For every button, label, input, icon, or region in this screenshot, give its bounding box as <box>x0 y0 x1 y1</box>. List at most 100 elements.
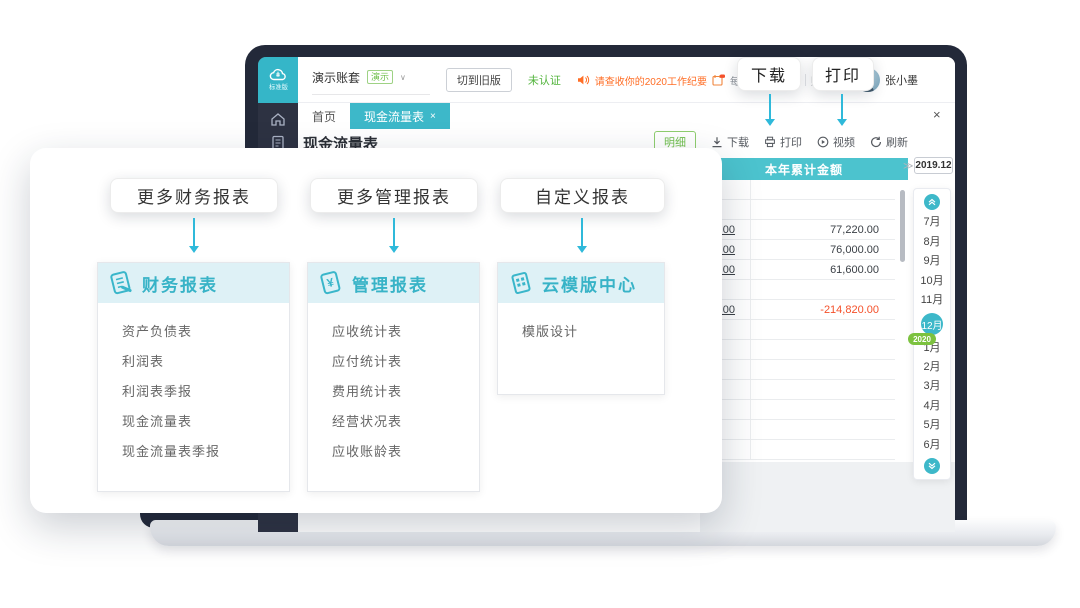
report-link[interactable]: 模版设计 <box>522 317 664 347</box>
report-link[interactable]: 应付统计表 <box>332 347 479 377</box>
panel-header: 财务报表 <box>98 263 289 303</box>
report-link[interactable]: 应收账龄表 <box>332 437 479 467</box>
panel-title: 云模版中心 <box>542 271 637 296</box>
arrow-to-print <box>841 94 843 124</box>
panel-header: 云模版中心 <box>498 263 664 303</box>
table-row <box>700 420 895 440</box>
report-list: 资产负债表 利润表 利润表季报 现金流量表 现金流量表季报 <box>98 303 289 467</box>
month-item[interactable]: 7月 <box>923 216 940 229</box>
report-link[interactable]: 利润表 <box>122 347 289 377</box>
report-list: 模版设计 <box>498 303 664 347</box>
month-item[interactable]: 10月 <box>920 275 943 288</box>
speaker-icon <box>577 74 590 86</box>
negative-amount-value: -214,820.00 <box>820 304 879 316</box>
amount-value: 77,220.00 <box>830 224 879 236</box>
report-link[interactable]: 应收统计表 <box>332 317 479 347</box>
panel-title: 管理报表 <box>352 271 428 296</box>
month-item-active[interactable]: 12月 <box>921 313 943 335</box>
cloud-template-icon <box>505 267 537 299</box>
video-button[interactable]: 视频 <box>817 134 855 150</box>
reports-overlay-card: 更多财务报表 更多管理报表 自定义报表 财务报表 资产负债表 利润表 利润表季报… <box>30 148 722 513</box>
table-scrollbar[interactable] <box>900 190 905 262</box>
cloud-logo-icon <box>269 68 287 81</box>
callout-download: 下载 <box>737 57 801 91</box>
user-name[interactable]: 张小墨 <box>885 72 918 88</box>
report-link[interactable]: 利润表季报 <box>122 377 289 407</box>
scroll-up-button[interactable] <box>924 194 940 210</box>
month-item[interactable]: 2月 <box>923 361 940 374</box>
expand-columns-icon[interactable]: ≫ <box>903 161 913 172</box>
report-link[interactable]: 资产负债表 <box>122 317 289 347</box>
download-button[interactable]: 下载 <box>711 134 749 150</box>
tab-home[interactable]: 首页 <box>298 103 350 129</box>
month-item[interactable]: 5月 <box>923 419 940 432</box>
report-link[interactable]: 现金流量表 <box>122 407 289 437</box>
table-row <box>700 200 895 220</box>
table-row: 77,220.00 77,220.00 <box>700 220 895 240</box>
callout-print: 打印 <box>812 57 874 91</box>
month-rail: 7月 8月 9月 10月 11月 12月 1月 2月 3月 4月 5月 6月 2… <box>913 188 951 480</box>
table-row: 76,000.00 76,000.00 <box>700 240 895 260</box>
table-row: 61,600.00 61,600.00 <box>700 260 895 280</box>
management-report-icon: ¥ <box>315 267 347 299</box>
table-row <box>700 360 895 380</box>
table-row <box>700 400 895 420</box>
switch-old-version-button[interactable]: 切到旧版 <box>446 68 512 92</box>
divider <box>805 74 806 86</box>
calendar-new-icon <box>712 74 725 86</box>
period-selector[interactable]: 2019.12 <box>914 157 953 174</box>
arrow-to-management-panel <box>393 218 395 251</box>
demo-badge: 演示 <box>367 70 393 84</box>
month-item[interactable]: 11月 <box>921 294 943 307</box>
table-row <box>700 380 895 400</box>
panel-header: ¥ 管理报表 <box>308 263 479 303</box>
table-row <box>700 440 895 460</box>
year-badge: 2020 <box>908 333 936 345</box>
tab-cash-flow[interactable]: 现金流量表 × <box>350 103 450 129</box>
tab-bar: 首页 现金流量表 × <box>298 103 955 129</box>
month-item[interactable]: 3月 <box>923 380 940 393</box>
new-badge <box>720 75 725 78</box>
month-item[interactable]: 9月 <box>923 255 940 268</box>
sidebar-item-home[interactable] <box>258 107 298 131</box>
refresh-label: 刷新 <box>886 134 908 150</box>
arrow-to-template-panel <box>581 218 583 251</box>
report-link[interactable]: 费用统计表 <box>332 377 479 407</box>
table-row <box>700 340 895 360</box>
report-link[interactable]: 经营状况表 <box>332 407 479 437</box>
finance-report-icon <box>105 267 137 299</box>
month-item[interactable]: 8月 <box>923 236 940 249</box>
month-item[interactable]: 4月 <box>923 400 940 413</box>
download-label: 下载 <box>727 134 749 150</box>
panel-title: 财务报表 <box>142 271 218 296</box>
amount-value: 76,000.00 <box>830 244 879 256</box>
table-row <box>700 180 895 200</box>
cert-status[interactable]: 未认证 <box>528 72 561 88</box>
print-label: 打印 <box>780 134 802 150</box>
app-logo[interactable]: 标准版 <box>258 57 298 103</box>
month-item[interactable]: 6月 <box>923 439 940 452</box>
refresh-icon <box>870 136 882 148</box>
finance-reports-panel: 财务报表 资产负债表 利润表 利润表季报 现金流量表 现金流量表季报 <box>97 262 290 492</box>
arrow-to-download <box>769 94 771 124</box>
download-icon <box>711 136 723 148</box>
management-reports-panel: ¥ 管理报表 应收统计表 应付统计表 费用统计表 经营状况表 应收账龄表 <box>307 262 480 492</box>
double-chevron-down-icon <box>928 462 936 470</box>
account-switcher[interactable]: 演示账套 演示 ∨ <box>312 65 430 95</box>
tab-close-icon[interactable]: × <box>430 111 436 122</box>
table-row <box>700 320 895 340</box>
report-link[interactable]: 现金流量表季报 <box>122 437 289 467</box>
scroll-down-button[interactable] <box>924 458 940 474</box>
print-icon <box>764 136 776 148</box>
cash-flow-table: 本年累计金额 77,220.00 77,220.00 76,000.00 76,… <box>700 158 908 460</box>
amount-value: 61,600.00 <box>830 264 879 276</box>
report-list: 应收统计表 应付统计表 费用统计表 经营状况表 应收账龄表 <box>308 303 479 467</box>
notice-link[interactable]: 请查收你的2020工作纪要 <box>595 73 707 88</box>
double-chevron-up-icon <box>928 198 936 206</box>
chevron-down-icon: ∨ <box>400 73 406 82</box>
logo-edition-label: 标准版 <box>269 83 288 92</box>
refresh-button[interactable]: 刷新 <box>870 134 908 150</box>
tabbar-close-icon[interactable]: × <box>933 107 941 122</box>
table-column-header[interactable]: 本年累计金额 <box>700 158 908 180</box>
print-button[interactable]: 打印 <box>764 134 802 150</box>
